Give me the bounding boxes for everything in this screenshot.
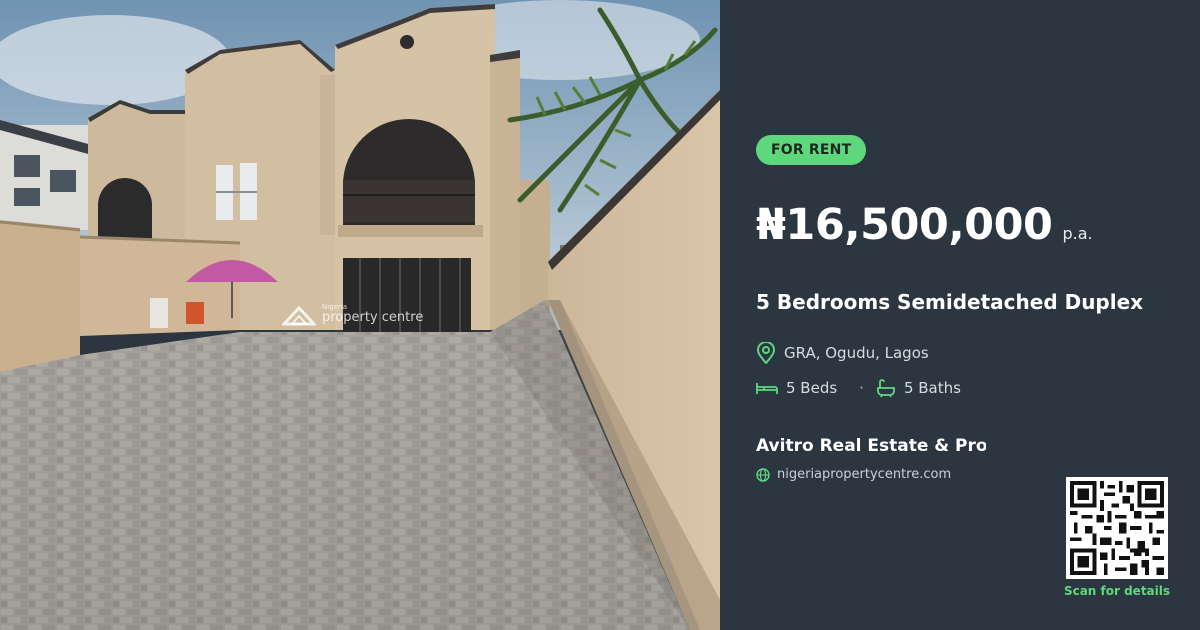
price-row: ₦16,500,000 p.a.	[756, 200, 1093, 250]
location-row: GRA, Ogudu, Lagos	[756, 342, 929, 364]
qr-code[interactable]	[1066, 477, 1168, 579]
listing-title[interactable]: 5 Bedrooms Semidetached Duplex	[756, 290, 1186, 314]
map-pin-icon	[756, 342, 776, 364]
website-row[interactable]: nigeriapropertycentre.com	[756, 467, 951, 482]
watermark-logo: Nigeria property centre	[282, 302, 423, 326]
globe-icon	[756, 467, 770, 482]
status-badge: FOR RENT	[756, 135, 867, 165]
features-row: 5 Beds · 5 Baths	[756, 378, 961, 398]
watermark-bottom-text: property centre	[322, 309, 424, 325]
qr-code-image	[1070, 481, 1164, 575]
bathtub-icon	[877, 379, 895, 398]
property-photo: Nigeria property centre	[0, 0, 720, 630]
beds-count: 5 Beds	[786, 379, 838, 397]
website-link[interactable]: nigeriapropertycentre.com	[777, 467, 951, 482]
qr-caption: Scan for details	[1063, 584, 1171, 598]
listing-panel: FOR RENT ₦16,500,000 p.a. 5 Bedrooms Sem…	[720, 0, 1200, 630]
agent-name[interactable]: Avitro Real Estate & Pro...	[756, 436, 986, 456]
location-text: GRA, Ogudu, Lagos	[784, 344, 929, 362]
baths-count: 5 Baths	[903, 379, 961, 397]
bed-icon	[756, 383, 778, 394]
price-period: p.a.	[1062, 224, 1093, 243]
house-logo-icon	[282, 305, 316, 326]
feature-separator: ·	[859, 379, 864, 397]
price: ₦16,500,000	[756, 200, 1053, 250]
